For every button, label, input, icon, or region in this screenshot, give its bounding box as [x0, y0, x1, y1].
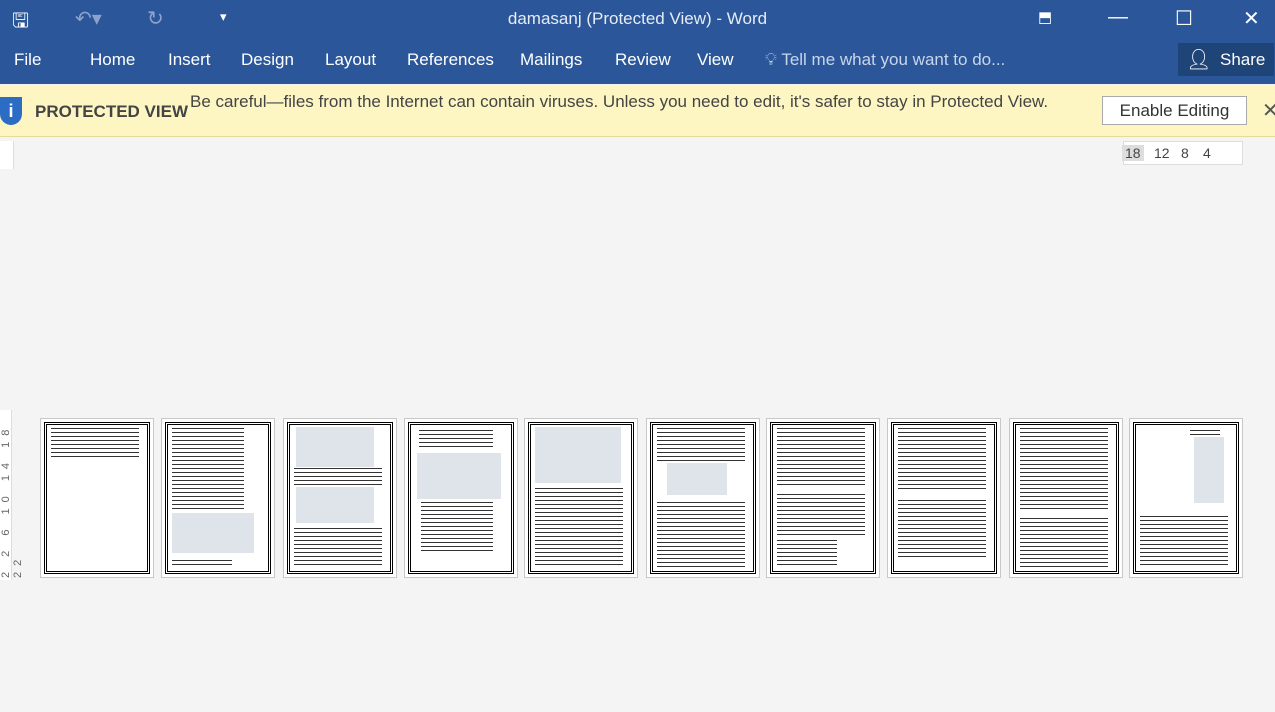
tab-home[interactable]: Home [90, 50, 135, 70]
page-thumbnail[interactable] [283, 418, 397, 578]
page-thumbnail[interactable] [1009, 418, 1123, 578]
person-add-icon: 👤︎ [1186, 49, 1212, 71]
page-text-block [172, 559, 232, 565]
page-text-block [419, 429, 493, 449]
vertical-ruler[interactable]: 2 2 6 10 14 18 22 [0, 410, 24, 580]
window-title: damasanj (Protected View) - Word [507, 9, 768, 28]
page-text-block [1020, 427, 1108, 511]
tab-layout[interactable]: Layout [325, 50, 376, 70]
ruler-tick: 12 [1154, 145, 1170, 161]
page-text-block [657, 501, 745, 567]
page-text-block [898, 499, 986, 559]
maximize-icon[interactable]: ☐ [1175, 6, 1193, 31]
page-text-block [777, 539, 837, 567]
page-thumbnail[interactable] [40, 418, 154, 578]
page-text-block [535, 487, 623, 567]
page-text-block [294, 467, 382, 487]
tab-insert[interactable]: Insert [168, 50, 211, 70]
page-image [296, 427, 374, 467]
shield-info-icon: i [0, 97, 22, 125]
ruler-tick: 18 [1122, 145, 1144, 161]
vertical-ruler-ticks: 2 2 6 10 14 18 22 [0, 423, 24, 578]
page-image [172, 513, 254, 553]
tell-me-search[interactable]: 💡︎ Tell me what you want to do... [765, 50, 1005, 70]
page-text-block [1190, 429, 1220, 435]
page-text-block [294, 527, 382, 567]
tell-me-text: Tell me what you want to do... [781, 50, 1006, 69]
minimize-icon[interactable]: — [1108, 6, 1128, 29]
share-button[interactable]: 👤︎ Share [1178, 43, 1274, 76]
page-thumbnail[interactable] [1129, 418, 1243, 578]
page-image [1194, 437, 1224, 503]
page-image [667, 463, 727, 495]
page-thumbnail[interactable] [524, 418, 638, 578]
page-text-block [777, 427, 865, 487]
page-thumbnail[interactable] [161, 418, 275, 578]
page-text-block [657, 427, 745, 463]
share-label: Share [1220, 50, 1266, 69]
page-thumbnail[interactable] [766, 418, 880, 578]
tab-design[interactable]: Design [241, 50, 294, 70]
page-image [296, 487, 374, 523]
protected-view-label: PROTECTED VIEW [35, 102, 189, 121]
page-text-block [172, 427, 244, 509]
page-text-block [898, 427, 986, 489]
tab-file[interactable]: File [14, 50, 41, 70]
ruler-corner [0, 141, 14, 169]
ruler-tick: 4 [1203, 145, 1211, 161]
ribbon-tabs: File Home Insert Design Layout Reference… [0, 38, 1275, 84]
close-bar-icon[interactable]: ✕ [1262, 98, 1275, 123]
horizontal-ruler[interactable]: 18 12 8 4 [1122, 141, 1243, 165]
title-bar: 🖫 ↶▾ ↻ ▾ damasanj (Protected View) - Wor… [0, 0, 1275, 38]
ribbon-display-icon[interactable]: ⬒ [1038, 8, 1052, 26]
page-image [417, 453, 501, 499]
lightbulb-icon: 💡︎ [765, 50, 777, 69]
page-text-block [421, 501, 493, 551]
page-text-block [1020, 517, 1108, 567]
page-text-block [777, 493, 865, 537]
tab-review[interactable]: Review [615, 50, 671, 70]
page-text-block [1140, 515, 1228, 565]
tab-mailings[interactable]: Mailings [520, 50, 582, 70]
page-thumbnail[interactable] [887, 418, 1001, 578]
tab-view[interactable]: View [697, 50, 734, 70]
page-thumbnail[interactable] [404, 418, 518, 578]
page-text-block [51, 427, 139, 459]
enable-editing-button[interactable]: Enable Editing [1102, 96, 1247, 125]
close-icon[interactable]: ✕ [1243, 6, 1260, 31]
page-thumbnail[interactable] [646, 418, 760, 578]
tab-references[interactable]: References [407, 50, 494, 70]
page-image [535, 427, 621, 483]
protected-view-bar: i PROTECTED VIEW Be careful—files from t… [0, 85, 1275, 137]
protected-view-message: Be careful—files from the Internet can c… [190, 92, 1049, 111]
ruler-tick: 8 [1181, 145, 1189, 161]
